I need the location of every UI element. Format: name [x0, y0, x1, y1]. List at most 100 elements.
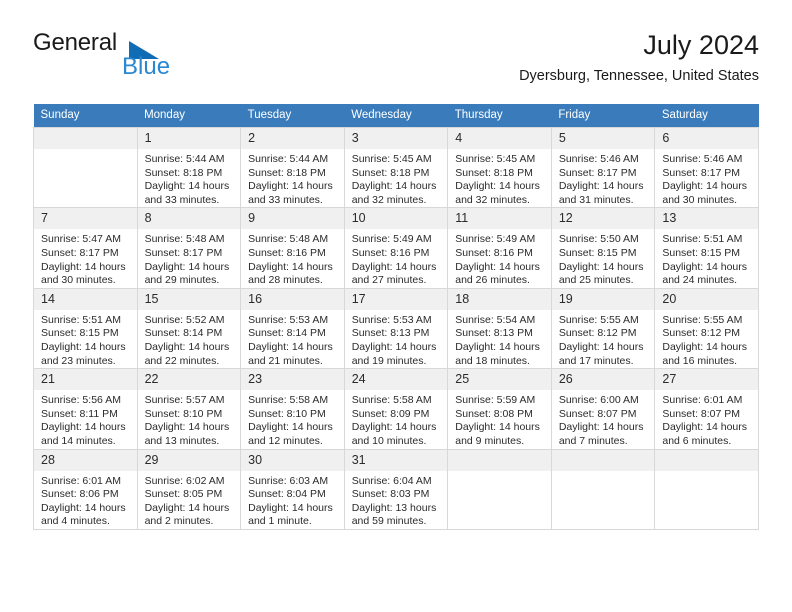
daylight-text-line1: Daylight: 14 hours [41, 340, 126, 353]
sunset-text: Sunset: 8:08 PM [455, 407, 533, 420]
daylight-text-line1: Daylight: 14 hours [41, 260, 126, 273]
day-sun-info: Sunrise: 5:45 AM Sunset: 8:18 PM Daylight:… [448, 149, 551, 207]
day-sun-info: Sunrise: 5:46 AM Sunset: 8:17 PM Daylight:… [552, 149, 655, 207]
daylight-text-line1: Daylight: 14 hours [144, 421, 230, 434]
day-sun-info: Sunrise: 5:51 AM Sunset: 8:15 PM Daylight:… [655, 229, 758, 287]
calendar-day-cell[interactable]: 19 Sunrise: 5:55 AM Sunset: 8:12 PM Dayligh… [550, 287, 656, 370]
day-sun-info: Sunrise: 5:55 AM Sunset: 8:12 PM Daylight:… [655, 310, 758, 368]
daylight-text-line2: and 18 minutes. [455, 354, 530, 367]
daylight-text-line1: Daylight: 14 hours [351, 180, 437, 193]
calendar-day-cell[interactable]: 26 Sunrise: 6:00 AM Sunset: 8:07 PM Dayligh… [550, 368, 656, 450]
sunrise-text: Sunrise: 5:59 AM [455, 394, 536, 407]
day-number: 14 [34, 288, 137, 310]
day-number-placeholder [448, 449, 551, 471]
calendar-day-cell[interactable]: 4 Sunrise: 5:45 AM Sunset: 8:18 PM Daylight… [447, 126, 552, 209]
calendar-day-cell[interactable]: 29 Sunrise: 6:02 AM Sunset: 8:05 PM Dayligh… [136, 448, 242, 530]
page-header: General Blue July 2024 Dyersburg, Tennes… [33, 28, 759, 90]
sunrise-text: Sunrise: 5:54 AM [455, 313, 536, 326]
calendar-day-cell[interactable]: 18 Sunrise: 5:54 AM Sunset: 8:13 PM Dayligh… [447, 287, 552, 370]
daylight-text-line1: Daylight: 14 hours [248, 340, 333, 353]
daylight-text-line2: and 4 minutes. [41, 515, 110, 528]
day-number: 18 [448, 288, 551, 310]
daylight-text-line2: and 33 minutes. [248, 193, 323, 206]
calendar-day-cell[interactable]: 14 Sunrise: 5:51 AM Sunset: 8:15 PM Dayligh… [33, 287, 138, 370]
day-number: 4 [448, 128, 551, 149]
sunset-text: Sunset: 8:05 PM [144, 488, 223, 501]
page-subtitle: Dyersburg, Tennessee, United States [519, 68, 759, 84]
daylight-text-line1: Daylight: 14 hours [662, 260, 748, 273]
day-sun-info: Sunrise: 5:59 AM Sunset: 8:08 PM Daylight:… [448, 390, 551, 448]
daylight-text-line1: Daylight: 14 hours [144, 260, 230, 273]
sunrise-text: Sunrise: 5:49 AM [351, 233, 432, 246]
calendar-day-cell[interactable]: 31 Sunrise: 6:04 AM Sunset: 8:03 PM Dayligh… [343, 448, 449, 530]
sunrise-text: Sunrise: 6:02 AM [144, 474, 225, 487]
calendar-day-cell[interactable]: 30 Sunrise: 6:03 AM Sunset: 8:04 PM Dayligh… [240, 448, 345, 530]
day-sun-info: Sunrise: 6:03 AM Sunset: 8:04 PM Daylight:… [241, 471, 344, 529]
day-sun-info: Sunrise: 6:04 AM Sunset: 8:03 PM Daylight:… [345, 471, 448, 529]
daylight-text-line1: Daylight: 14 hours [144, 501, 230, 514]
day-number: 11 [448, 208, 551, 230]
sunset-text: Sunset: 8:12 PM [558, 327, 637, 340]
calendar-day-cell[interactable]: 20 Sunrise: 5:55 AM Sunset: 8:12 PM Dayligh… [654, 287, 759, 370]
daylight-text-line1: Daylight: 14 hours [662, 340, 748, 353]
day-sun-info: Sunrise: 5:56 AM Sunset: 8:11 PM Daylight:… [34, 390, 137, 448]
sunset-text: Sunset: 8:16 PM [351, 246, 430, 259]
day-sun-info: Sunrise: 5:48 AM Sunset: 8:17 PM Daylight:… [138, 229, 241, 287]
daylight-text-line1: Daylight: 14 hours [558, 421, 644, 434]
day-number: 1 [137, 128, 241, 149]
weekday-header-thursday: Thursday [447, 104, 552, 128]
day-sun-info: Sunrise: 6:02 AM Sunset: 8:05 PM Daylight:… [138, 471, 241, 529]
calendar-day-cell[interactable]: 2 Sunrise: 5:44 AM Sunset: 8:18 PM Daylight… [240, 126, 345, 209]
calendar-day-cell[interactable]: 11 Sunrise: 5:49 AM Sunset: 8:16 PM Dayligh… [447, 207, 552, 289]
day-number: 9 [241, 208, 344, 230]
calendar-day-cell[interactable]: 21 Sunrise: 5:56 AM Sunset: 8:11 PM Dayligh… [33, 368, 138, 450]
day-sun-info: Sunrise: 5:53 AM Sunset: 8:14 PM Daylight:… [241, 310, 344, 368]
sunrise-text: Sunrise: 5:53 AM [351, 313, 432, 326]
calendar-day-cell[interactable]: 3 Sunrise: 5:45 AM Sunset: 8:18 PM Daylight… [343, 126, 449, 209]
sunset-text: Sunset: 8:18 PM [248, 166, 326, 179]
calendar-day-cell[interactable]: 16 Sunrise: 5:53 AM Sunset: 8:14 PM Dayligh… [240, 287, 345, 370]
daylight-text-line2: and 21 minutes. [248, 354, 323, 367]
calendar-day-cell[interactable]: 15 Sunrise: 5:52 AM Sunset: 8:14 PM Dayligh… [136, 287, 242, 370]
sunrise-text: Sunrise: 5:44 AM [248, 153, 329, 165]
calendar-day-cell[interactable]: 7 Sunrise: 5:47 AM Sunset: 8:17 PM Daylight… [33, 207, 138, 289]
calendar-day-cell[interactable]: 17 Sunrise: 5:53 AM Sunset: 8:13 PM Dayligh… [343, 287, 449, 370]
calendar-day-cell[interactable]: 22 Sunrise: 5:57 AM Sunset: 8:10 PM Dayligh… [136, 368, 242, 450]
daylight-text-line2: and 25 minutes. [558, 274, 634, 287]
day-number: 23 [241, 369, 344, 391]
sunrise-text: Sunrise: 6:00 AM [558, 394, 639, 407]
calendar-day-cell[interactable]: 23 Sunrise: 5:58 AM Sunset: 8:10 PM Dayligh… [240, 368, 345, 450]
day-sun-info: Sunrise: 5:44 AM Sunset: 8:18 PM Daylight:… [138, 149, 241, 207]
weekday-header-tuesday: Tuesday [240, 104, 345, 128]
calendar-day-cell[interactable]: 13 Sunrise: 5:51 AM Sunset: 8:15 PM Dayligh… [654, 207, 759, 289]
sunrise-text: Sunrise: 6:01 AM [41, 474, 121, 487]
day-number: 20 [655, 288, 758, 310]
calendar-day-cell[interactable]: 1 Sunrise: 5:44 AM Sunset: 8:18 PM Daylight… [136, 126, 242, 209]
calendar-day-cell[interactable]: 8 Sunrise: 5:48 AM Sunset: 8:17 PM Daylight… [136, 207, 242, 289]
sunset-text: Sunset: 8:16 PM [248, 246, 326, 259]
logo-text-blue: Blue [122, 53, 171, 80]
day-number: 21 [34, 369, 137, 391]
daylight-text-line1: Daylight: 13 hours [351, 501, 437, 514]
calendar-day-cell[interactable]: 25 Sunrise: 5:59 AM Sunset: 8:08 PM Dayligh… [447, 368, 552, 450]
calendar-day-cell[interactable]: 28 Sunrise: 6:01 AM Sunset: 8:06 PM Dayligh… [33, 448, 138, 530]
calendar-day-cell[interactable]: 27 Sunrise: 6:01 AM Sunset: 8:07 PM Dayligh… [654, 368, 759, 450]
daylight-text-line2: and 30 minutes. [41, 274, 116, 287]
calendar-day-cell[interactable]: 12 Sunrise: 5:50 AM Sunset: 8:15 PM Dayligh… [550, 207, 656, 289]
daylight-text-line2: and 28 minutes. [248, 274, 323, 287]
sunrise-text: Sunrise: 5:45 AM [455, 153, 536, 165]
day-number: 6 [655, 128, 758, 149]
title-block: July 2024 Dyersburg, Tennessee, United S… [519, 28, 759, 86]
calendar-day-cell[interactable]: 6 Sunrise: 5:46 AM Sunset: 8:17 PM Daylight… [654, 126, 759, 209]
daylight-text-line2: and 16 minutes. [662, 354, 738, 367]
calendar-day-cell[interactable]: 24 Sunrise: 5:58 AM Sunset: 8:09 PM Dayligh… [343, 368, 449, 450]
calendar-day-cell[interactable]: 9 Sunrise: 5:48 AM Sunset: 8:16 PM Daylight… [240, 207, 345, 289]
daylight-text-line2: and 2 minutes. [144, 515, 214, 528]
calendar-day-cell[interactable]: 10 Sunrise: 5:49 AM Sunset: 8:16 PM Dayligh… [343, 207, 449, 289]
calendar-week-row: 28 Sunrise: 6:01 AM Sunset: 8:06 PM Dayligh… [33, 448, 759, 530]
daylight-text-line2: and 32 minutes. [351, 193, 427, 206]
daylight-text-line1: Daylight: 14 hours [558, 260, 644, 273]
calendar-cell-empty [654, 448, 759, 530]
calendar-day-cell[interactable]: 5 Sunrise: 5:46 AM Sunset: 8:17 PM Daylight… [550, 126, 656, 209]
day-sun-info: Sunrise: 5:52 AM Sunset: 8:14 PM Daylight:… [138, 310, 241, 368]
